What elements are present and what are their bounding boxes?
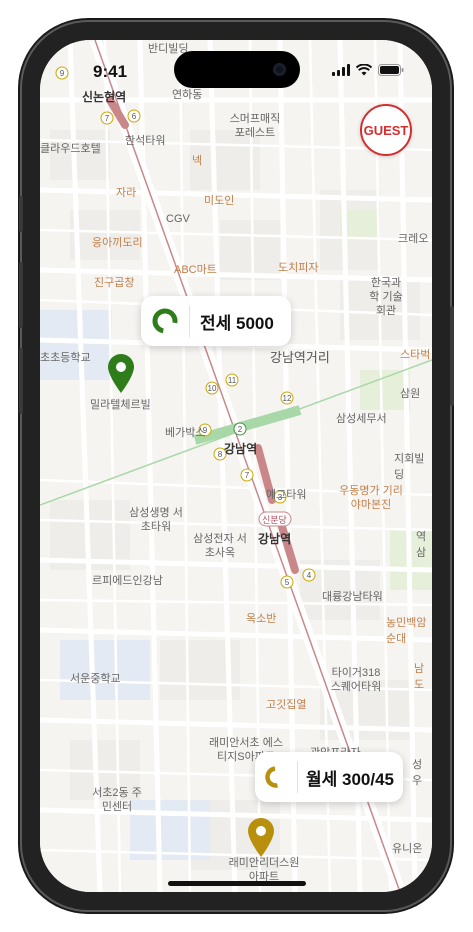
map-label: 연하동 <box>172 89 203 101</box>
listing-card[interactable]: 월세 300/45 <box>255 752 403 802</box>
listing-card[interactable]: 전세 5000 <box>141 296 291 346</box>
map-label: 진구곱창 <box>94 277 135 289</box>
map-label: 초초등학교 <box>40 352 91 364</box>
progress-icon <box>141 307 189 335</box>
map-label: 한석타워 <box>125 135 166 147</box>
map-label: 신논현역 <box>82 90 127 104</box>
map-label: 르피에드인강남 <box>92 575 163 587</box>
map-label: 유니온 <box>392 843 423 855</box>
map-label: 넥 <box>192 155 203 167</box>
map-label: 크레오 <box>398 233 429 245</box>
map-label: 서운중학교 <box>70 673 121 685</box>
status-time: 9:41 <box>93 62 128 81</box>
action-button <box>19 196 23 232</box>
map-label: 남도 <box>414 663 425 691</box>
status-icons <box>332 64 404 76</box>
map-label: 삼성생명 서초타워 <box>129 507 183 533</box>
map-label: CGV <box>166 213 190 225</box>
power-button <box>450 306 454 406</box>
map-pin-icon[interactable] <box>106 352 136 394</box>
volume-down-button <box>19 348 23 414</box>
progress-icon <box>255 765 297 789</box>
map-label: ABC마트 <box>174 264 217 276</box>
map-label: 자라 <box>116 187 137 199</box>
volume-up-button <box>19 262 23 328</box>
map-label: 스타벅 <box>400 349 431 361</box>
map-label: 역삼 <box>416 531 427 559</box>
home-indicator[interactable] <box>168 881 306 886</box>
map-label: 예그타워 <box>266 489 307 501</box>
map-label: 삼성전자 서초사옥 <box>193 533 247 559</box>
wifi-icon <box>356 64 372 76</box>
map-label: 강남역 <box>224 442 258 456</box>
app-screen: 9 7 6 11 10 12 9 2 8 7 3 5 4 반디빌딩 신논현역 연… <box>40 40 432 892</box>
map-label: 스머프매직 포레스트 <box>229 113 281 139</box>
battery-icon <box>378 64 404 76</box>
listing-price: 월세 300/45 <box>306 769 394 789</box>
listing-price: 전세 5000 <box>200 313 274 333</box>
map-pin-icon[interactable] <box>246 816 276 858</box>
map-label: 도치피자 <box>278 262 319 274</box>
map-label: 삼원 <box>400 388 421 400</box>
map-label: 삼성세무서 <box>336 413 387 425</box>
map-label: 베가박스 <box>165 427 206 439</box>
map-label: 성우 <box>412 759 423 787</box>
map-label: 한국과학 기술회관 <box>369 277 403 317</box>
map-label: 미도인 <box>204 195 235 207</box>
map-label: 지회빌딩 <box>394 453 425 481</box>
dynamic-island <box>174 51 300 88</box>
map-label: 대륭강남타워 <box>322 591 383 603</box>
map-label: 고깃집열 <box>266 699 307 711</box>
guest-button[interactable]: GUEST <box>360 104 412 156</box>
map-label: 신분당 <box>262 515 287 525</box>
map-label: 강남역 <box>258 532 292 546</box>
signal-icon <box>332 64 350 76</box>
map-label: 서초2동 주민센터 <box>92 787 142 813</box>
map-label: 래미안리더스원 아파트 <box>228 857 300 883</box>
map-label: 타이거318 스퀘어타워 <box>330 667 382 693</box>
map-label: 농민백암순대 <box>386 617 427 645</box>
map-label: 옥소반 <box>246 613 277 625</box>
map-label: 강남역거리 <box>270 350 330 365</box>
map-label: 응아끼도리 <box>92 237 143 249</box>
map-label: 우동명가 기리야마본진 <box>339 485 403 511</box>
map-label: 클라우드호텔 <box>40 143 101 155</box>
map-label: 밀라텔체르빌 <box>90 399 151 411</box>
camera-icon <box>273 63 286 76</box>
